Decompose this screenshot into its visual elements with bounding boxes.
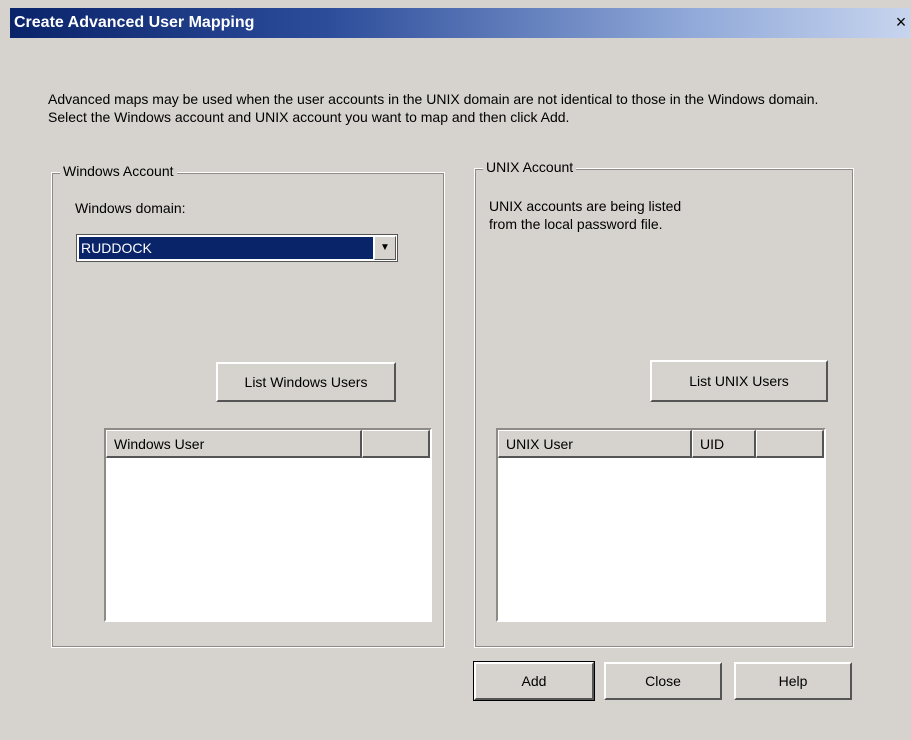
unix-info-line-2: from the local password file.	[489, 216, 663, 232]
add-button[interactable]: Add	[473, 661, 595, 701]
unix-user-list-header: UNIX User UID	[498, 430, 824, 458]
column-unix-user[interactable]: UNIX User	[498, 430, 692, 458]
column-uid[interactable]: UID	[692, 430, 756, 458]
help-button[interactable]: Help	[734, 662, 852, 700]
close-button[interactable]: Close	[604, 662, 722, 700]
close-icon[interactable]: ×	[892, 12, 910, 32]
windows-domain-value: RUDDOCK	[79, 237, 373, 259]
column-windows-user[interactable]: Windows User	[106, 430, 362, 458]
windows-user-list-header: Windows User	[106, 430, 430, 458]
list-windows-users-button[interactable]: List Windows Users	[216, 362, 396, 402]
unix-user-list[interactable]: UNIX User UID	[496, 428, 826, 622]
unix-account-group-label: UNIX Account	[483, 159, 577, 175]
column-empty[interactable]	[362, 430, 430, 458]
description-text: Advanced maps may be used when the user …	[48, 91, 819, 125]
windows-domain-label: Windows domain:	[75, 200, 186, 216]
list-unix-users-button[interactable]: List UNIX Users	[650, 360, 828, 402]
windows-account-group-label: Windows Account	[60, 163, 177, 179]
create-advanced-user-mapping-dialog: Create Advanced User Mapping × Advanced …	[0, 0, 911, 740]
windows-domain-select[interactable]: RUDDOCK ▼	[76, 234, 398, 262]
chevron-down-icon[interactable]: ▼	[374, 236, 396, 260]
window-title: Create Advanced User Mapping	[14, 14, 255, 31]
unix-info-line-1: UNIX accounts are being listed	[489, 198, 682, 214]
windows-user-list[interactable]: Windows User	[104, 428, 432, 622]
column-empty[interactable]	[756, 430, 824, 458]
title-bar: Create Advanced User Mapping ×	[10, 8, 910, 38]
